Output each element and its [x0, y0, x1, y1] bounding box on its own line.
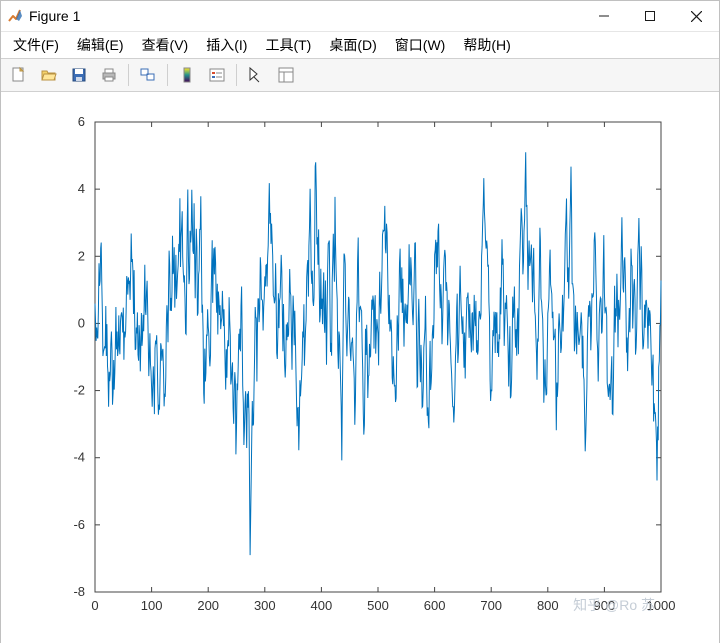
toolbar-separator — [128, 64, 129, 86]
y-tick-label: -2 — [73, 383, 85, 398]
y-tick-label: -6 — [73, 517, 85, 532]
line-series-1 — [95, 152, 661, 555]
open-button[interactable] — [35, 61, 63, 89]
y-tick-label: 0 — [78, 315, 85, 330]
menu-desktop[interactable]: 桌面(D) — [323, 32, 382, 58]
axes[interactable]: 01002003004005006007008009001000-8-6-4-2… — [1, 92, 719, 642]
toolbar-separator — [167, 64, 168, 86]
figure-window: Figure 1 文件(F) 编辑(E) 查看(V) 插入(I) 工具(T) 桌… — [0, 0, 720, 643]
x-tick-label: 0 — [91, 598, 98, 613]
toolbar — [1, 58, 719, 92]
y-tick-label: 2 — [78, 248, 85, 263]
x-tick-label: 100 — [141, 598, 163, 613]
x-tick-label: 400 — [311, 598, 333, 613]
edit-plot-button[interactable] — [242, 61, 270, 89]
y-tick-label: 6 — [78, 114, 85, 129]
x-tick-label: 300 — [254, 598, 276, 613]
insert-legend-button[interactable] — [203, 61, 231, 89]
insert-colorbar-button[interactable] — [173, 61, 201, 89]
menu-edit[interactable]: 编辑(E) — [71, 32, 130, 58]
open-property-inspector-button[interactable] — [272, 61, 300, 89]
menubar: 文件(F) 编辑(E) 查看(V) 插入(I) 工具(T) 桌面(D) 窗口(W… — [1, 31, 719, 58]
x-tick-label: 500 — [367, 598, 389, 613]
matlab-logo-icon — [7, 8, 23, 24]
print-button[interactable] — [95, 61, 123, 89]
y-tick-label: -4 — [73, 450, 85, 465]
x-tick-label: 200 — [197, 598, 219, 613]
close-button[interactable] — [673, 1, 719, 31]
titlebar: Figure 1 — [1, 1, 719, 31]
menu-help[interactable]: 帮助(H) — [457, 32, 516, 58]
y-tick-label: -8 — [73, 584, 85, 599]
menu-file[interactable]: 文件(F) — [7, 32, 65, 58]
y-tick-label: 4 — [78, 181, 85, 196]
menu-tools[interactable]: 工具(T) — [259, 32, 317, 58]
window-controls — [581, 1, 719, 31]
x-tick-label: 800 — [537, 598, 559, 613]
figure-area: 01002003004005006007008009001000-8-6-4-2… — [1, 92, 719, 643]
x-tick-label: 600 — [424, 598, 446, 613]
maximize-button[interactable] — [627, 1, 673, 31]
link-axes-button[interactable] — [134, 61, 162, 89]
menu-insert[interactable]: 插入(I) — [200, 32, 253, 58]
save-button[interactable] — [65, 61, 93, 89]
window-title: Figure 1 — [29, 8, 80, 24]
x-tick-label: 700 — [480, 598, 502, 613]
menu-window[interactable]: 窗口(W) — [389, 32, 452, 58]
watermark: 知乎 @Ro 苏 — [573, 597, 655, 613]
new-figure-button[interactable] — [5, 61, 33, 89]
toolbar-separator — [236, 64, 237, 86]
menu-view[interactable]: 查看(V) — [136, 32, 195, 58]
minimize-button[interactable] — [581, 1, 627, 31]
